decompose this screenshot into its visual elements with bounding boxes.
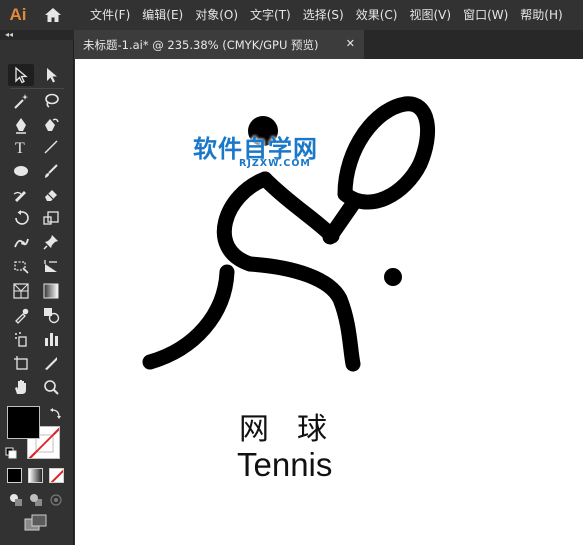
symbol-sprayer-tool-icon[interactable] — [8, 328, 34, 350]
pin-tool-icon[interactable] — [38, 231, 64, 253]
pictogram-title-chinese[interactable]: 网球 — [239, 404, 355, 448]
menu-window[interactable]: 窗口(W) — [457, 0, 514, 30]
menu-file[interactable]: 文件(F) — [84, 0, 136, 30]
eraser-tool-icon[interactable] — [38, 183, 64, 205]
magic-wand-tool-icon[interactable] — [8, 90, 34, 112]
shape-builder-tool-icon[interactable] — [38, 255, 64, 277]
column-graph-tool-icon[interactable] — [38, 328, 64, 350]
menu-view[interactable]: 视图(V) — [403, 0, 457, 30]
rotate-tool-icon[interactable] — [8, 207, 34, 229]
close-tab-icon[interactable]: ✕ — [346, 37, 355, 50]
menu-object[interactable]: 对象(O) — [189, 0, 244, 30]
menu-bar: Ai 文件(F) 编辑(E) 对象(O) 文字(T) 选择(S) 效果(C) 视… — [0, 0, 583, 30]
document-tab-bar: 未标题-1.ai* @ 235.38% (CMYK/GPU 预览) ✕ — [74, 30, 583, 59]
color-mode-button[interactable] — [7, 468, 22, 483]
lasso-tool-icon[interactable] — [38, 90, 64, 112]
collapse-panel-button[interactable]: ◂◂ — [5, 30, 13, 40]
gradient-mode-button[interactable] — [28, 468, 43, 483]
perspective-grid-tool-icon[interactable] — [8, 280, 34, 302]
hand-tool-icon[interactable] — [8, 376, 34, 398]
artboard-canvas[interactable]: 软件自学网 RJZXW.COM 网球 Tennis — [75, 59, 583, 545]
free-transform-tool-icon[interactable] — [8, 255, 34, 277]
slice-tool-icon[interactable] — [38, 352, 64, 374]
paintbrush-tool-icon[interactable] — [38, 160, 64, 182]
svg-text:T: T — [15, 140, 25, 156]
menu-type[interactable]: 文字(T) — [244, 0, 297, 30]
document-tab-label: 未标题-1.ai* @ 235.38% (CMYK/GPU 预览) — [83, 37, 319, 52]
document-tab[interactable]: 未标题-1.ai* @ 235.38% (CMYK/GPU 预览) ✕ — [74, 30, 364, 59]
draw-behind-icon[interactable] — [29, 492, 43, 506]
blend-tool-icon[interactable] — [38, 304, 64, 326]
curvature-tool-icon[interactable] — [38, 114, 64, 136]
eyedropper-tool-icon[interactable] — [8, 304, 34, 326]
line-segment-tool-icon[interactable] — [38, 136, 64, 158]
draw-normal-icon[interactable] — [9, 492, 23, 506]
home-icon[interactable] — [36, 0, 70, 30]
default-fill-stroke-icon[interactable] — [5, 444, 17, 459]
illustrator-window: Ai 文件(F) 编辑(E) 对象(O) 文字(T) 选择(S) 效果(C) 视… — [0, 0, 583, 545]
fill-swatch[interactable] — [7, 406, 40, 439]
screen-mode-icon[interactable] — [24, 514, 48, 532]
app-logo: Ai — [9, 5, 27, 24]
menu-effect[interactable]: 效果(C) — [350, 0, 404, 30]
tools-panel: T — [0, 40, 74, 545]
watermark-url: RJZXW.COM — [239, 158, 311, 169]
direct-selection-tool-icon[interactable] — [38, 64, 64, 86]
menu-list: 文件(F) 编辑(E) 对象(O) 文字(T) 选择(S) 效果(C) 视图(V… — [84, 0, 569, 30]
zoom-tool-icon[interactable] — [38, 376, 64, 398]
menu-select[interactable]: 选择(S) — [297, 0, 350, 30]
menu-edit[interactable]: 编辑(E) — [136, 0, 189, 30]
scale-tool-icon[interactable] — [38, 207, 64, 229]
none-mode-button[interactable] — [49, 468, 64, 483]
swap-fill-stroke-icon[interactable] — [50, 404, 62, 419]
menu-help[interactable]: 帮助(H) — [514, 0, 568, 30]
type-tool-icon[interactable]: T — [8, 136, 34, 158]
draw-inside-icon[interactable] — [49, 492, 63, 506]
gradient-tool-icon[interactable] — [38, 280, 64, 302]
pen-tool-icon[interactable] — [8, 114, 34, 136]
puppet-warp-tool-icon[interactable] — [8, 231, 34, 253]
shaper-tool-icon[interactable] — [8, 183, 34, 205]
selection-tool-icon[interactable] — [8, 64, 34, 86]
pictogram-title-english[interactable]: Tennis — [237, 446, 332, 484]
artboard-tool-icon[interactable] — [8, 352, 34, 374]
ellipse-tool-icon[interactable] — [8, 160, 34, 182]
